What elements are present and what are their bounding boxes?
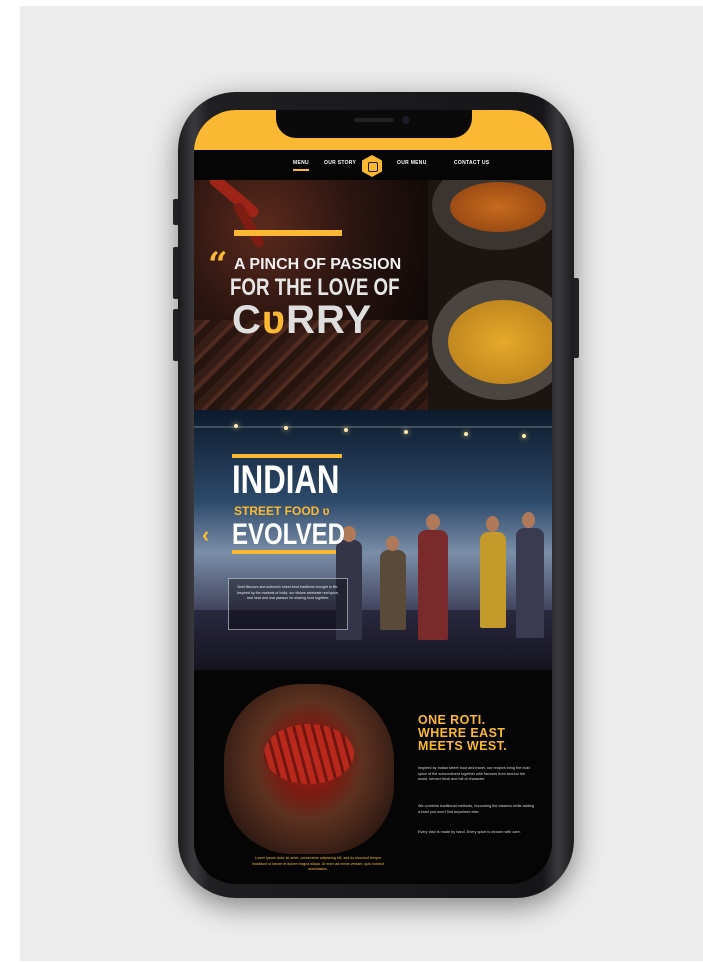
chevron-left-icon[interactable]: ‹ <box>202 522 209 548</box>
section-heading: ONE ROTI. WHERE EAST MEETS WEST. <box>418 714 507 753</box>
light-bulb <box>464 432 468 436</box>
person-figure <box>516 528 544 638</box>
curry-rest: RRY <box>286 298 373 342</box>
hennaed-hands-chilies-image <box>224 684 394 854</box>
top-navigation: MENU OUR STORY OUR MENU CONTACT US <box>194 150 552 180</box>
light-bulb <box>284 426 288 430</box>
body-paragraph: Inspired by Indian street food and trave… <box>418 766 530 782</box>
body-paragraph: Every dish is made by hand. Every spice … <box>418 830 521 834</box>
spice-bowl <box>432 280 552 400</box>
person-head <box>522 512 535 528</box>
hero2-title: INDIAN <box>232 458 340 502</box>
light-bulb <box>234 424 238 428</box>
accent-bar <box>232 550 336 554</box>
phone-screen: MENU OUR STORY OUR MENU CONTACT US “ A P… <box>194 110 552 884</box>
person-figure <box>480 532 506 628</box>
person-head <box>386 536 399 551</box>
image-caption: Lorem ipsum dolor sit amet, consectetur … <box>252 856 384 871</box>
person-head <box>486 516 499 532</box>
nav-item-contact-us[interactable]: CONTACT US <box>454 160 489 166</box>
spice-bowls-image <box>428 180 552 410</box>
hero-passion-section: “ A PINCH OF PASSION FOR THE LOVE OF CʋR… <box>194 180 552 410</box>
nav-item-menu[interactable]: MENU <box>293 160 309 171</box>
heading-line: MEETS WEST. <box>418 739 508 753</box>
hero-street-food-section: INDIAN STREET FOOD ʋ EVOLVED ‹ Bold flav… <box>194 410 552 670</box>
curry-c: C <box>232 298 262 342</box>
status-bar <box>194 110 552 150</box>
person-figure <box>380 550 406 630</box>
camera <box>402 116 410 124</box>
nav-item-our-menu[interactable]: OUR MENU <box>397 160 427 166</box>
hero-headline-line1: A PINCH OF PASSION <box>234 256 402 273</box>
hero2-evolved: EVOLVED <box>232 518 345 551</box>
curry-chili-letter: ʋ <box>261 298 287 342</box>
chili-shape <box>207 180 261 220</box>
hero2-text-card: Bold flavours and authentic street-food … <box>228 578 348 630</box>
hero2-subtitle: STREET FOOD ʋ <box>234 504 330 518</box>
east-meets-west-section: Lorem ipsum dolor sit amet, consectetur … <box>194 670 552 884</box>
accent-bar <box>234 230 342 236</box>
hero-headline-line3: CʋRRY <box>232 298 372 343</box>
hero2-card-text: Bold flavours and authentic street-food … <box>237 585 339 601</box>
speaker <box>354 118 394 122</box>
light-bulb <box>344 428 348 432</box>
person-figure <box>418 530 448 640</box>
body-paragraph: We combine traditional methods, honourin… <box>418 804 535 814</box>
string-lights <box>194 426 552 428</box>
light-bulb <box>404 430 408 434</box>
quote-mark: “ <box>208 245 228 285</box>
person-head <box>426 514 440 530</box>
nav-item-our-story[interactable]: OUR STORY <box>324 160 356 166</box>
light-bulb <box>522 434 526 438</box>
notch <box>276 110 472 138</box>
logo-emblem-icon[interactable] <box>362 155 382 177</box>
spice-bowl <box>432 180 552 250</box>
